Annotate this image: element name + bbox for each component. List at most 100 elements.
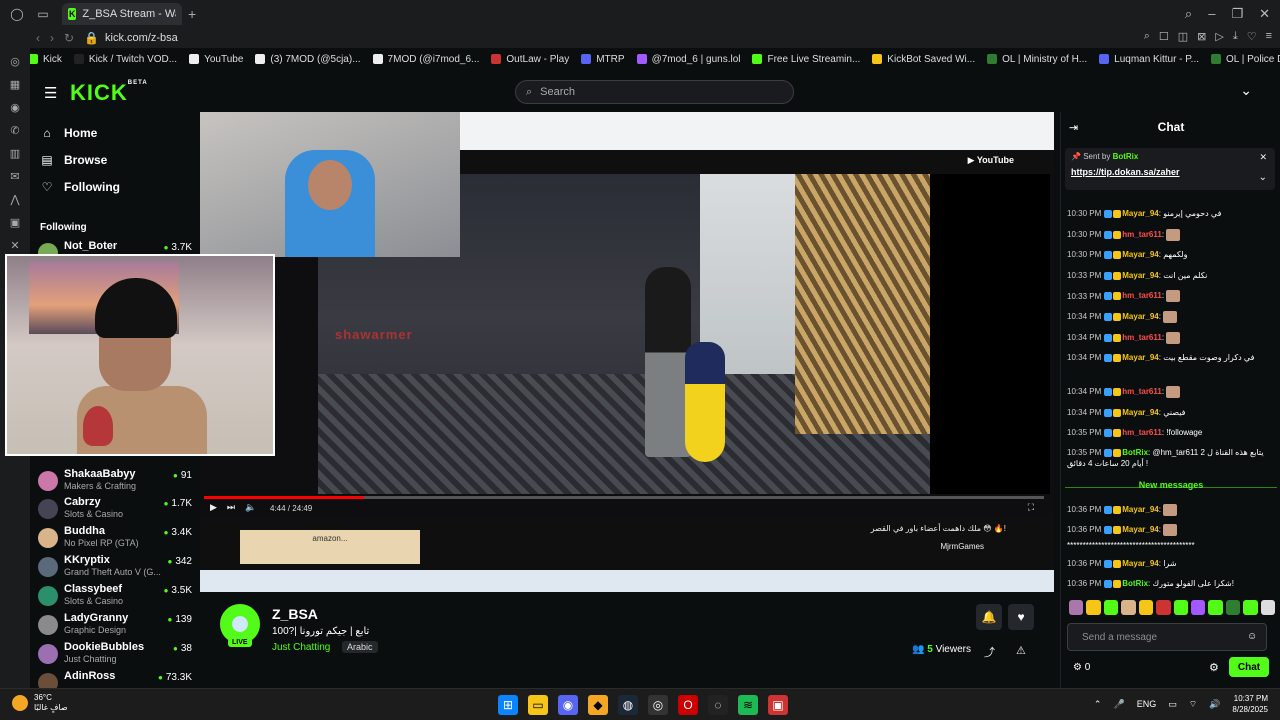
spotify-icon[interactable]: ≋ (738, 695, 758, 715)
bookmarks-sidebar-icon[interactable]: ▥ (0, 142, 30, 165)
chevron-down-icon[interactable]: ⌄ (1259, 172, 1267, 183)
following-channel[interactable]: BuddhaNo Pixel RP (GTA) 3.4K (38, 525, 196, 553)
stream-category[interactable]: Just Chatting (272, 642, 330, 653)
chat-username[interactable]: Mayar_94 (1122, 353, 1158, 362)
twitch-icon[interactable]: ▣ (0, 211, 30, 234)
chat-username[interactable]: Mayar_94 (1122, 505, 1158, 514)
search-app-icon[interactable]: ◌ (708, 695, 728, 715)
chat-message-input[interactable]: Send a message (1067, 623, 1267, 651)
close-icon[interactable]: ✕ (1259, 6, 1270, 22)
app-icon[interactable]: ◆ (588, 695, 608, 715)
bookmark-item[interactable]: OutLaw - Play (491, 54, 569, 65)
hamburger-menu-icon[interactable]: ☰ (44, 84, 57, 102)
emote-icon[interactable] (1173, 600, 1188, 615)
chat-message[interactable]: 10:36 PM Mayar_94: (1067, 504, 1277, 516)
chat-message[interactable]: 10:30 PM Mayar_94: ولكمهم (1067, 249, 1277, 260)
chat-message[interactable]: 10:33 PM Mayar_94: نكلم مين انت (1067, 270, 1277, 281)
emote-icon[interactable] (1190, 600, 1206, 615)
chat-username[interactable]: Mayar_94 (1122, 559, 1158, 568)
chat-username[interactable]: Mayar_94 (1122, 312, 1158, 321)
browser-tab[interactable]: K Z_BSA Stream - Watch Li... (62, 3, 182, 25)
following-channel[interactable]: ClassybeefSlots & Casino 3.5K (38, 583, 196, 611)
pinned-icon[interactable]: ⋀ (0, 188, 30, 211)
kick-logo[interactable]: KICKBETA (70, 80, 148, 106)
chat-username[interactable]: hm_tar611 (1122, 230, 1162, 239)
whatsapp-icon[interactable]: ✆ (0, 119, 30, 142)
next-icon[interactable]: ⏭ (227, 502, 235, 513)
zoom-icon[interactable]: ⌕ (1144, 30, 1150, 43)
snapshot-icon[interactable]: ◫ (1178, 30, 1188, 43)
chat-username[interactable]: Mayar_94 (1122, 271, 1158, 280)
network-icon[interactable]: ▭ (1168, 699, 1177, 710)
app-icon[interactable]: ◎ (648, 695, 668, 715)
emote-icon[interactable] (1069, 600, 1084, 615)
weather-widget[interactable]: 36°C صافٍ غالبًا (12, 693, 68, 713)
bookmark-icon[interactable]: ☐ (1159, 30, 1169, 43)
back-icon[interactable]: ‹ (36, 31, 40, 45)
new-tab-icon[interactable]: + (188, 6, 196, 22)
sidebar-nav-following[interactable]: ♡ Following (40, 180, 120, 194)
extensions-icon[interactable]: ⊠ (1197, 30, 1206, 43)
chat-settings-icon[interactable]: ⚙ (1209, 661, 1219, 674)
emote-icon[interactable] (1208, 600, 1223, 615)
discord-icon[interactable]: ◉ (558, 695, 578, 715)
following-channel[interactable]: DookieBubblesJust Chatting 38 (38, 641, 196, 669)
mail-icon[interactable]: ✉ (0, 165, 30, 188)
menu-icon[interactable]: ≡ (1266, 30, 1272, 43)
chat-username[interactable]: Mayar_94 (1122, 525, 1158, 534)
notification-bell-button[interactable]: 🔔 (976, 604, 1002, 630)
emote-icon[interactable] (1260, 600, 1276, 615)
maximize-icon[interactable]: ❐ (1231, 6, 1243, 22)
share-icon[interactable]: ⤴ (984, 644, 995, 660)
video-player[interactable]: ▶ YouTube shawarmer ▶ ⏭ 🔈 ⛶ 4:44 / 24:49… (200, 112, 1054, 592)
emote-icon[interactable] (1156, 600, 1171, 615)
chat-message[interactable]: 10:34 PM Mayar_94: (1067, 311, 1277, 323)
streamer-name[interactable]: Z_BSA (272, 606, 318, 622)
reload-icon[interactable]: ↻ (64, 31, 74, 45)
unpin-icon[interactable]: ✕ (1259, 152, 1267, 163)
chat-username[interactable]: Mayar_94 (1122, 408, 1158, 417)
heart-icon[interactable]: ♡ (1247, 30, 1257, 43)
bookmark-item[interactable]: Kick / Twitch VOD... (73, 54, 177, 65)
search-input[interactable]: ⌕ Search (515, 80, 794, 104)
chat-message[interactable]: 10:30 PM hm_tar611: (1067, 228, 1277, 241)
chat-username[interactable]: hm_tar611 (1122, 428, 1162, 437)
sidebar-nav-home[interactable]: ⌂ Home (40, 126, 97, 140)
chat-message[interactable]: 10:36 PM Mayar_94: (1067, 524, 1277, 536)
bookmark-item[interactable]: @7mod_6 | guns.lol (636, 54, 740, 65)
chat-username[interactable]: hm_tar611 (1122, 292, 1162, 301)
fullscreen-icon[interactable]: ⛶ (1028, 502, 1034, 513)
wifi-icon[interactable]: ⌔ (1189, 699, 1197, 710)
chat-message[interactable]: 10:35 PM hm_tar611: !followage (1067, 427, 1277, 438)
chat-send-button[interactable]: Chat (1229, 657, 1269, 677)
bookmark-item[interactable]: YouTube (189, 54, 243, 65)
steam-icon[interactable]: ◍ (618, 695, 638, 715)
bookmark-item[interactable]: Free Live Streamin... (752, 54, 860, 65)
windows-start-icon[interactable]: ⊞ (498, 695, 518, 715)
chat-message[interactable]: 10:34 PM Mayar_94: في دكرار وصوت مقطع بيت (1067, 352, 1277, 363)
minimize-icon[interactable]: – (1208, 6, 1215, 22)
emote-icon[interactable] (1086, 600, 1101, 615)
chat-username[interactable]: BotRix (1122, 579, 1148, 588)
language-indicator[interactable]: ENG (1137, 699, 1157, 709)
language-tag[interactable]: Arabic (342, 641, 378, 653)
player-icon[interactable]: ▷ (1215, 30, 1223, 43)
tab-manager-icon[interactable]: ▭ (34, 5, 52, 23)
forward-icon[interactable]: › (50, 31, 54, 45)
bookmark-item[interactable]: OL | Police Depart... (1211, 54, 1280, 65)
emote-icon[interactable] (1103, 600, 1119, 615)
report-icon[interactable]: ⚠ (1016, 644, 1026, 657)
chat-message[interactable]: 10:30 PM Mayar_94: في دحومي إيرمنو (1067, 208, 1277, 219)
volume-icon[interactable]: 🔊 (1209, 699, 1220, 710)
search-tabs-icon[interactable]: ⌕ (1185, 6, 1192, 22)
chat-message[interactable]: 10:33 PM hm_tar611: (1067, 290, 1277, 303)
app-icon[interactable]: ▣ (768, 695, 788, 715)
opera-icon[interactable]: O (678, 695, 698, 715)
opera-icon[interactable]: ◯ (8, 5, 26, 23)
sidebar-nav-browse[interactable]: ▤ Browse (40, 153, 107, 167)
chevron-up-icon[interactable]: ⌃ (1094, 699, 1102, 710)
chat-message[interactable]: 10:36 PM Mayar_94: شرا (1067, 558, 1277, 569)
chat-username[interactable]: hm_tar611 (1122, 333, 1162, 342)
chat-message[interactable]: 10:35 PM BotRix: @hm_tar611 يتابع هذه الق… (1067, 447, 1277, 469)
following-channel[interactable]: ShakaaBabyyMakers & Crafting 91 (38, 468, 196, 496)
